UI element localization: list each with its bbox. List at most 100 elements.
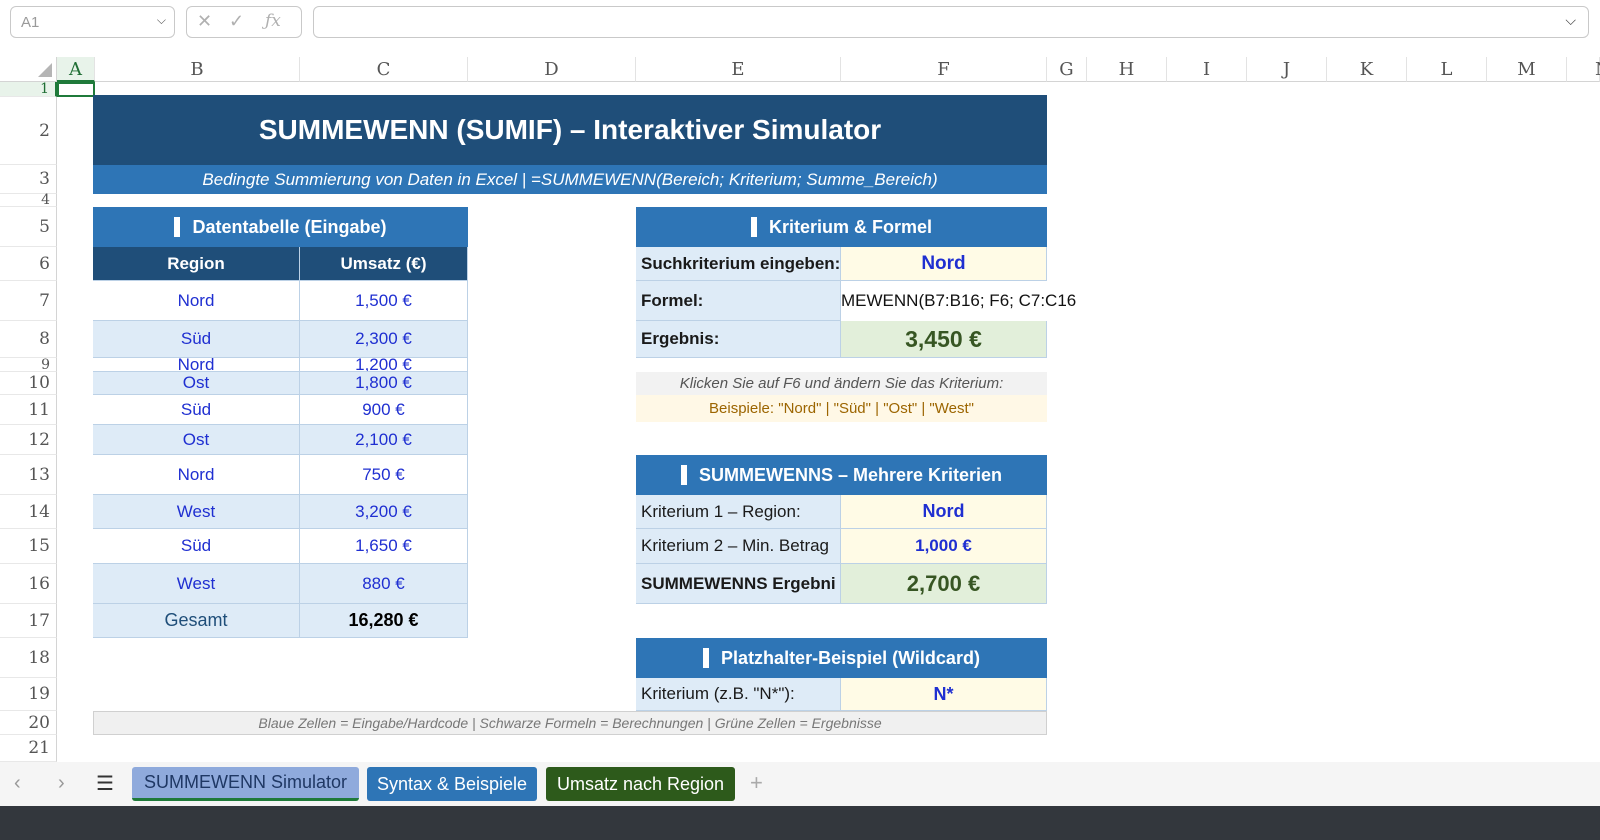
total-label[interactable]: Gesamt	[93, 604, 300, 638]
row-header-18[interactable]: 18	[0, 638, 57, 678]
formula-bar: A1 ⌵ ✕ ✓ ƒx ⌵	[0, 0, 1600, 42]
total-value[interactable]: 16,280 €	[300, 604, 468, 638]
column-header-c[interactable]: C	[300, 57, 468, 82]
name-box-value: A1	[21, 14, 40, 31]
column-header-a[interactable]: A	[57, 57, 95, 82]
column-label-umsatz[interactable]: Umsatz (€)	[300, 247, 468, 281]
chevron-right-icon[interactable]: ›	[58, 772, 65, 795]
column-header-l[interactable]: L	[1407, 57, 1487, 82]
region-cell[interactable]: Nord	[93, 281, 300, 321]
examples-text: Beispiele: "Nord" | "Süd" | "Ost" | "Wes…	[636, 395, 1047, 422]
region-cell[interactable]: West	[93, 495, 300, 529]
name-box[interactable]: A1 ⌵	[10, 6, 175, 38]
multi-result-label[interactable]: SUMMEWENNS Ergebni	[636, 564, 841, 604]
add-sheet-icon[interactable]: +	[750, 770, 763, 796]
umsatz-cell[interactable]: 880 €	[300, 564, 468, 604]
result-label[interactable]: Ergebnis:	[636, 321, 841, 358]
criterion-2-label[interactable]: Kriterium 2 – Min. Betrag	[636, 529, 841, 564]
umsatz-cell[interactable]: 1,650 €	[300, 529, 468, 564]
column-header-i[interactable]: I	[1167, 57, 1247, 82]
column-header-n[interactable]: N	[1567, 57, 1600, 82]
data-table-heading: Datentabelle (Eingabe)	[93, 207, 468, 247]
row-header-2[interactable]: 2	[0, 97, 57, 165]
multi-result-value[interactable]: 2,700 €	[841, 564, 1047, 604]
chevron-down-icon[interactable]: ⌵	[157, 13, 166, 28]
column-header-e[interactable]: E	[636, 57, 841, 82]
column-header-m[interactable]: M	[1487, 57, 1567, 82]
legend-footnote: Blaue Zellen = Eingabe/Hardcode | Schwar…	[93, 711, 1047, 735]
row-header-12[interactable]: 12	[0, 425, 57, 455]
region-cell[interactable]: West	[93, 564, 300, 604]
expand-chevron-icon[interactable]: ⌵	[1565, 12, 1576, 29]
confirm-icon[interactable]: ✓	[229, 11, 244, 32]
column-header-b[interactable]: B	[95, 57, 300, 82]
row-header-6[interactable]: 6	[0, 247, 57, 281]
column-header-f[interactable]: F	[841, 57, 1047, 82]
criterion-1-input[interactable]: Nord	[841, 495, 1047, 529]
column-header-d[interactable]: D	[468, 57, 636, 82]
formula-label[interactable]: Formel:	[636, 281, 841, 321]
selected-cell-a1[interactable]	[57, 82, 95, 97]
page-subtitle: Bedingte Summierung von Daten in Excel |…	[93, 165, 1047, 194]
umsatz-cell[interactable]: 1,800 €	[300, 372, 468, 395]
sheet-tab-bar: ‹ › ☰ SUMMEWENN Simulator Syntax & Beisp…	[0, 762, 1600, 806]
cancel-icon[interactable]: ✕	[197, 11, 212, 32]
column-header-j[interactable]: J	[1247, 57, 1327, 82]
row-header-19[interactable]: 19	[0, 678, 57, 711]
formula-actions: ✕ ✓ ƒx	[186, 6, 302, 38]
wildcard-input[interactable]: N*	[841, 678, 1047, 711]
column-header-g[interactable]: G	[1047, 57, 1087, 82]
umsatz-cell[interactable]: 3,200 €	[300, 495, 468, 529]
row-header-9[interactable]: 9	[0, 357, 57, 373]
formula-cell[interactable]: MEWENN(B7:B16; F6; C7:C16	[841, 281, 1081, 321]
row-header-14[interactable]: 14	[0, 495, 57, 529]
search-criterion-input[interactable]: Nord	[841, 247, 1047, 281]
tab-syntax-beispiele[interactable]: Syntax & Beispiele	[367, 767, 537, 801]
row-header-5[interactable]: 5	[0, 207, 57, 247]
umsatz-cell[interactable]: 750 €	[300, 455, 468, 495]
region-cell[interactable]: Süd	[93, 529, 300, 564]
umsatz-cell[interactable]: 900 €	[300, 395, 468, 425]
row-header-3[interactable]: 3	[0, 165, 57, 194]
row-header-13[interactable]: 13	[0, 455, 57, 495]
row-header-16[interactable]: 16	[0, 564, 57, 604]
region-cell[interactable]: Süd	[93, 321, 300, 358]
formula-input[interactable]: ⌵	[313, 6, 1589, 38]
region-cell[interactable]: Nord	[93, 358, 300, 372]
chevron-left-icon[interactable]: ‹	[14, 772, 21, 795]
criterion-heading: Kriterium & Formel	[636, 207, 1047, 247]
bottom-bar	[0, 806, 1600, 840]
umsatz-cell[interactable]: 1,200 €	[300, 358, 468, 372]
search-criterion-label[interactable]: Suchkriterium eingeben:	[636, 247, 841, 281]
hint-text: Klicken Sie auf F6 und ändern Sie das Kr…	[636, 372, 1047, 395]
tab-umsatz-nach-region[interactable]: Umsatz nach Region	[546, 767, 735, 801]
criterion-2-input[interactable]: 1,000 €	[841, 529, 1047, 564]
region-cell[interactable]: Ost	[93, 425, 300, 455]
criterion-1-label[interactable]: Kriterium 1 – Region:	[636, 495, 841, 529]
umsatz-cell[interactable]: 2,300 €	[300, 321, 468, 358]
row-header-8[interactable]: 8	[0, 321, 57, 358]
wildcard-label[interactable]: Kriterium (z.B. "N*"):	[636, 678, 841, 711]
row-header-11[interactable]: 11	[0, 395, 57, 425]
region-cell[interactable]: Nord	[93, 455, 300, 495]
select-all-corner[interactable]	[0, 57, 57, 82]
sheet-list-icon[interactable]: ☰	[96, 771, 114, 796]
row-header-7[interactable]: 7	[0, 281, 57, 321]
row-header-15[interactable]: 15	[0, 529, 57, 564]
result-value[interactable]: 3,450 €	[841, 321, 1047, 358]
row-header-1[interactable]: 1	[0, 81, 57, 97]
tab-summewenn-simulator[interactable]: SUMMEWENN Simulator	[132, 767, 359, 801]
region-cell[interactable]: Ost	[93, 372, 300, 395]
column-label-region[interactable]: Region	[93, 247, 300, 281]
row-header-21[interactable]: 21	[0, 735, 57, 762]
umsatz-cell[interactable]: 1,500 €	[300, 281, 468, 321]
function-icon[interactable]: ƒx	[265, 11, 281, 31]
umsatz-cell[interactable]: 2,100 €	[300, 425, 468, 455]
column-header-k[interactable]: K	[1327, 57, 1407, 82]
row-header-10[interactable]: 10	[0, 372, 57, 395]
row-header-4[interactable]: 4	[0, 192, 57, 208]
row-header-20[interactable]: 20	[0, 711, 57, 735]
row-header-17[interactable]: 17	[0, 604, 57, 638]
column-header-h[interactable]: H	[1087, 57, 1167, 82]
region-cell[interactable]: Süd	[93, 395, 300, 425]
